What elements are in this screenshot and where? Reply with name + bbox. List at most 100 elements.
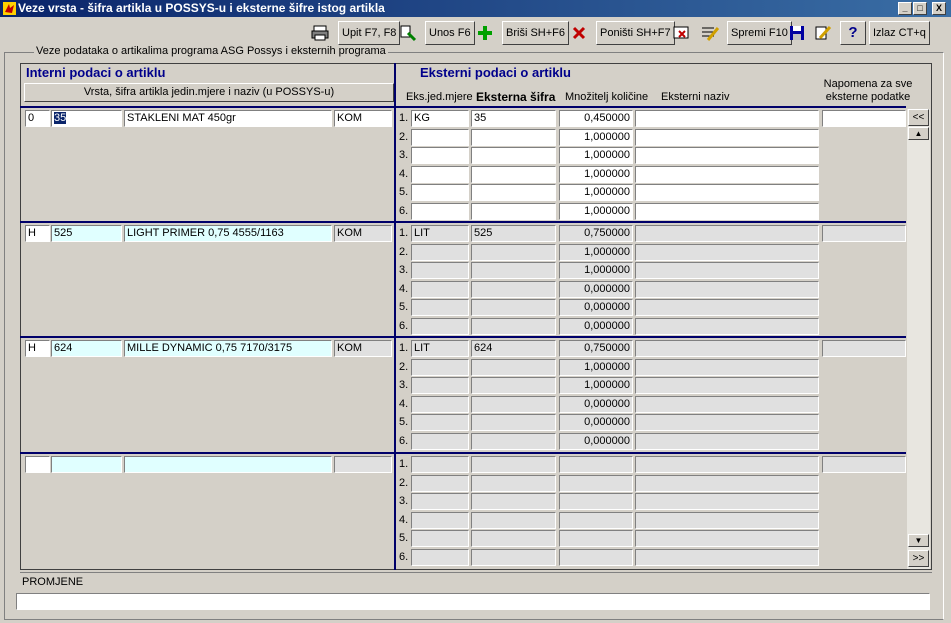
ext-jm-field[interactable]: [411, 433, 469, 450]
ext-naziv-field[interactable]: [635, 129, 819, 146]
ext-sifra-field[interactable]: [471, 433, 556, 450]
ext-sifra-field[interactable]: 624: [471, 340, 556, 357]
ext-naziv-field[interactable]: [635, 299, 819, 316]
naziv-field[interactable]: MILLE DYNAMIC 0,75 7170/3175: [124, 340, 332, 357]
ext-jm-field[interactable]: LIT: [411, 340, 469, 357]
ext-sifra-field[interactable]: 35: [471, 110, 556, 127]
ext-sifra-field[interactable]: [471, 359, 556, 376]
ext-sifra-field[interactable]: [471, 166, 556, 183]
ext-naziv-field[interactable]: [635, 359, 819, 376]
ext-jm-field[interactable]: [411, 318, 469, 335]
ext-naziv-field[interactable]: [635, 433, 819, 450]
ext-naziv-field[interactable]: [635, 318, 819, 335]
ext-mnoz-field[interactable]: 1,000000: [559, 184, 633, 201]
sifra-field[interactable]: 624: [51, 340, 122, 357]
ext-mnoz-field[interactable]: 0,000000: [559, 318, 633, 335]
print-icon[interactable]: [309, 22, 331, 44]
edit-list-icon[interactable]: [699, 22, 721, 44]
ext-jm-field[interactable]: [411, 147, 469, 164]
ext-sifra-field[interactable]: [471, 414, 556, 431]
ext-sifra-field[interactable]: [471, 377, 556, 394]
ext-sifra-field[interactable]: [471, 299, 556, 316]
ext-sifra-field[interactable]: [471, 244, 556, 261]
ext-sifra-field[interactable]: [471, 184, 556, 201]
jm-field[interactable]: KOM: [334, 340, 392, 357]
ext-mnoz-field[interactable]: 1,000000: [559, 166, 633, 183]
ext-jm-field[interactable]: [411, 377, 469, 394]
naziv-field[interactable]: STAKLENI MAT 450gr: [124, 110, 332, 127]
maximize-button[interactable]: □: [913, 2, 927, 15]
ext-sifra-field[interactable]: [471, 475, 556, 492]
ext-sifra-field[interactable]: 525: [471, 225, 556, 242]
ext-mnoz-field[interactable]: [559, 493, 633, 510]
ext-naziv-field[interactable]: [635, 262, 819, 279]
vrsta-field[interactable]: H: [25, 225, 50, 242]
ext-sifra-field[interactable]: [471, 203, 556, 220]
spremi-button[interactable]: Spremi F10: [727, 21, 792, 45]
scroll-up-button[interactable]: ▲: [908, 127, 929, 140]
ext-jm-field[interactable]: [411, 299, 469, 316]
naziv-field[interactable]: [124, 456, 332, 473]
ext-naziv-field[interactable]: [635, 184, 819, 201]
ext-sifra-field[interactable]: [471, 318, 556, 335]
ext-mnoz-field[interactable]: 0,000000: [559, 414, 633, 431]
ext-naziv-field[interactable]: [635, 281, 819, 298]
ext-naziv-field[interactable]: [635, 414, 819, 431]
scroll-top-button[interactable]: <<: [908, 109, 929, 126]
ext-mnoz-field[interactable]: 1,000000: [559, 203, 633, 220]
vrsta-field[interactable]: [25, 456, 50, 473]
sifra-field[interactable]: 35: [51, 110, 122, 127]
ext-jm-field[interactable]: LIT: [411, 225, 469, 242]
ext-sifra-field[interactable]: [471, 396, 556, 413]
ext-mnoz-field[interactable]: 1,000000: [559, 377, 633, 394]
jm-field[interactable]: [334, 456, 392, 473]
ext-jm-field[interactable]: [411, 184, 469, 201]
ext-mnoz-field[interactable]: 1,000000: [559, 147, 633, 164]
upit-button[interactable]: Upit F7, F8: [338, 21, 401, 45]
ext-jm-field[interactable]: [411, 493, 469, 510]
ext-mnoz-field[interactable]: 0,000000: [559, 281, 633, 298]
ext-mnoz-field[interactable]: 1,000000: [559, 129, 633, 146]
izlaz-button[interactable]: Izlaz CT+q: [869, 21, 930, 45]
sifra-field[interactable]: 525: [51, 225, 122, 242]
ext-sifra-field[interactable]: [471, 262, 556, 279]
ext-jm-field[interactable]: [411, 456, 469, 473]
undo-icon[interactable]: [671, 22, 693, 44]
vertical-scrollbar[interactable]: [907, 109, 930, 569]
ext-jm-field[interactable]: [411, 475, 469, 492]
ext-jm-field[interactable]: [411, 166, 469, 183]
ext-mnoz-field[interactable]: 0,000000: [559, 433, 633, 450]
help-button[interactable]: ?: [840, 21, 866, 45]
ext-sifra-field[interactable]: [471, 512, 556, 529]
ext-mnoz-field[interactable]: [559, 549, 633, 566]
unos-button[interactable]: Unos F6: [425, 21, 475, 45]
ext-sifra-field[interactable]: [471, 281, 556, 298]
query-icon[interactable]: [397, 22, 419, 44]
close-button[interactable]: X: [932, 2, 946, 15]
ext-mnoz-field[interactable]: 0,750000: [559, 340, 633, 357]
ext-naziv-field[interactable]: [635, 244, 819, 261]
ext-mnoz-field[interactable]: [559, 512, 633, 529]
vrsta-field[interactable]: H: [25, 340, 50, 357]
ext-naziv-field[interactable]: [635, 456, 819, 473]
jm-field[interactable]: KOM: [334, 225, 392, 242]
ext-mnoz-field[interactable]: 1,000000: [559, 262, 633, 279]
delete-icon[interactable]: [568, 22, 590, 44]
napomena-field[interactable]: [822, 225, 906, 242]
ext-sifra-field[interactable]: [471, 456, 556, 473]
ext-sifra-field[interactable]: [471, 493, 556, 510]
ext-mnoz-field[interactable]: 1,000000: [559, 359, 633, 376]
ext-jm-field[interactable]: [411, 512, 469, 529]
ext-mnoz-field[interactable]: 0,000000: [559, 396, 633, 413]
sifra-field[interactable]: [51, 456, 122, 473]
scroll-bottom-button[interactable]: >>: [908, 550, 929, 567]
pencil-icon[interactable]: [812, 22, 834, 44]
ext-mnoz-field[interactable]: 1,000000: [559, 244, 633, 261]
ext-jm-field[interactable]: [411, 359, 469, 376]
naziv-field[interactable]: LIGHT PRIMER 0,75 4555/1163: [124, 225, 332, 242]
ext-jm-field[interactable]: KG: [411, 110, 469, 127]
ext-sifra-field[interactable]: [471, 530, 556, 547]
ext-jm-field[interactable]: [411, 396, 469, 413]
ext-sifra-field[interactable]: [471, 129, 556, 146]
ext-jm-field[interactable]: [411, 281, 469, 298]
